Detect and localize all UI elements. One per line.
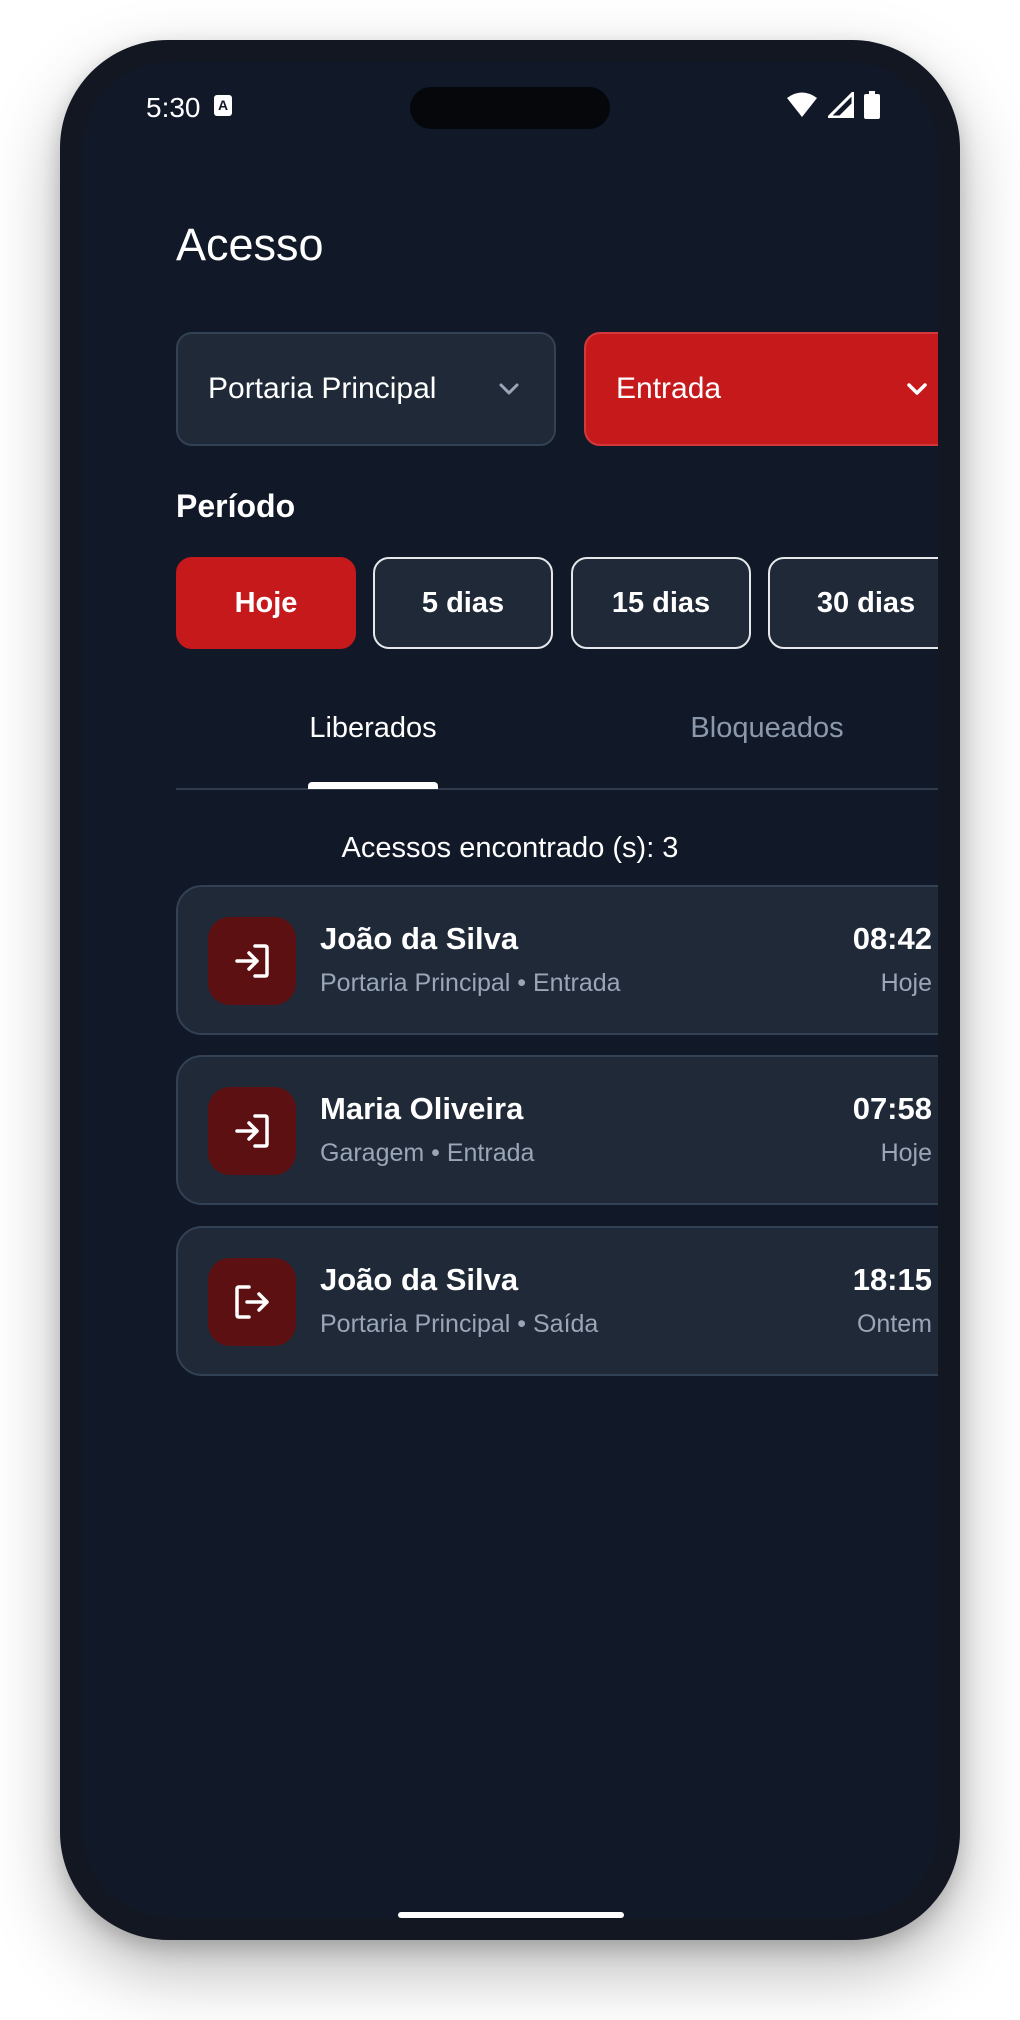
notification-icon: A <box>214 95 232 116</box>
access-time: 07:58 <box>852 1091 932 1126</box>
access-detail: Portaria Principal • Saída <box>320 1310 599 1338</box>
access-day: Hoje <box>880 1139 932 1167</box>
battery-icon <box>864 91 880 119</box>
period-15-days-button[interactable]: 15 dias <box>571 557 751 649</box>
access-day: Hoje <box>880 969 932 997</box>
wifi-icon <box>787 92 817 117</box>
tab-bloqueados[interactable]: Bloqueados <box>570 712 938 745</box>
tab-liberados[interactable]: Liberados <box>176 712 570 745</box>
period-30-days-button[interactable]: 30 dias <box>768 557 938 649</box>
results-count: Acessos encontrado (s): 3 <box>341 832 679 864</box>
access-time: 08:42 <box>852 921 932 956</box>
status-icons <box>786 88 880 122</box>
tab-active-indicator <box>308 782 438 789</box>
chevron-down-icon <box>907 383 927 395</box>
status-time: 5:30 <box>146 92 201 123</box>
signal-icon <box>828 92 854 118</box>
access-card[interactable]: Maria Oliveira Garagem • Entrada 07:58 H… <box>176 1055 938 1205</box>
camera-cutout <box>410 87 610 129</box>
app-screen: 5:30 A Acesso Portaria Principal Entrada <box>82 62 938 1918</box>
home-indicator[interactable] <box>398 1912 624 1918</box>
access-person-name: João da Silva <box>320 1262 519 1297</box>
period-5-days-button[interactable]: 5 dias <box>373 557 553 649</box>
access-detail: Portaria Principal • Entrada <box>320 969 621 997</box>
phone-frame: 5:30 A Acesso Portaria Principal Entrada <box>60 40 960 1940</box>
location-dropdown[interactable]: Portaria Principal <box>176 332 556 446</box>
access-person-name: João da Silva <box>320 921 519 956</box>
login-icon <box>208 917 296 1005</box>
period-today-button[interactable]: Hoje <box>176 557 356 649</box>
access-card[interactable]: João da Silva Portaria Principal • Saída… <box>176 1226 938 1376</box>
login-icon <box>208 1087 296 1175</box>
access-day: Ontem <box>856 1310 932 1338</box>
page-title: Acesso <box>176 219 324 270</box>
access-detail: Garagem • Entrada <box>320 1139 535 1167</box>
access-card[interactable]: João da Silva Portaria Principal • Entra… <box>176 885 938 1035</box>
location-dropdown-label: Portaria Principal <box>208 372 437 405</box>
direction-dropdown-label: Entrada <box>616 372 722 405</box>
tab-divider <box>176 788 938 790</box>
logout-icon <box>208 1258 296 1346</box>
period-label: Período <box>176 488 296 524</box>
access-time: 18:15 <box>852 1262 932 1297</box>
chevron-down-icon <box>499 383 519 395</box>
direction-dropdown[interactable]: Entrada <box>584 332 938 446</box>
access-person-name: Maria Oliveira <box>320 1091 524 1126</box>
